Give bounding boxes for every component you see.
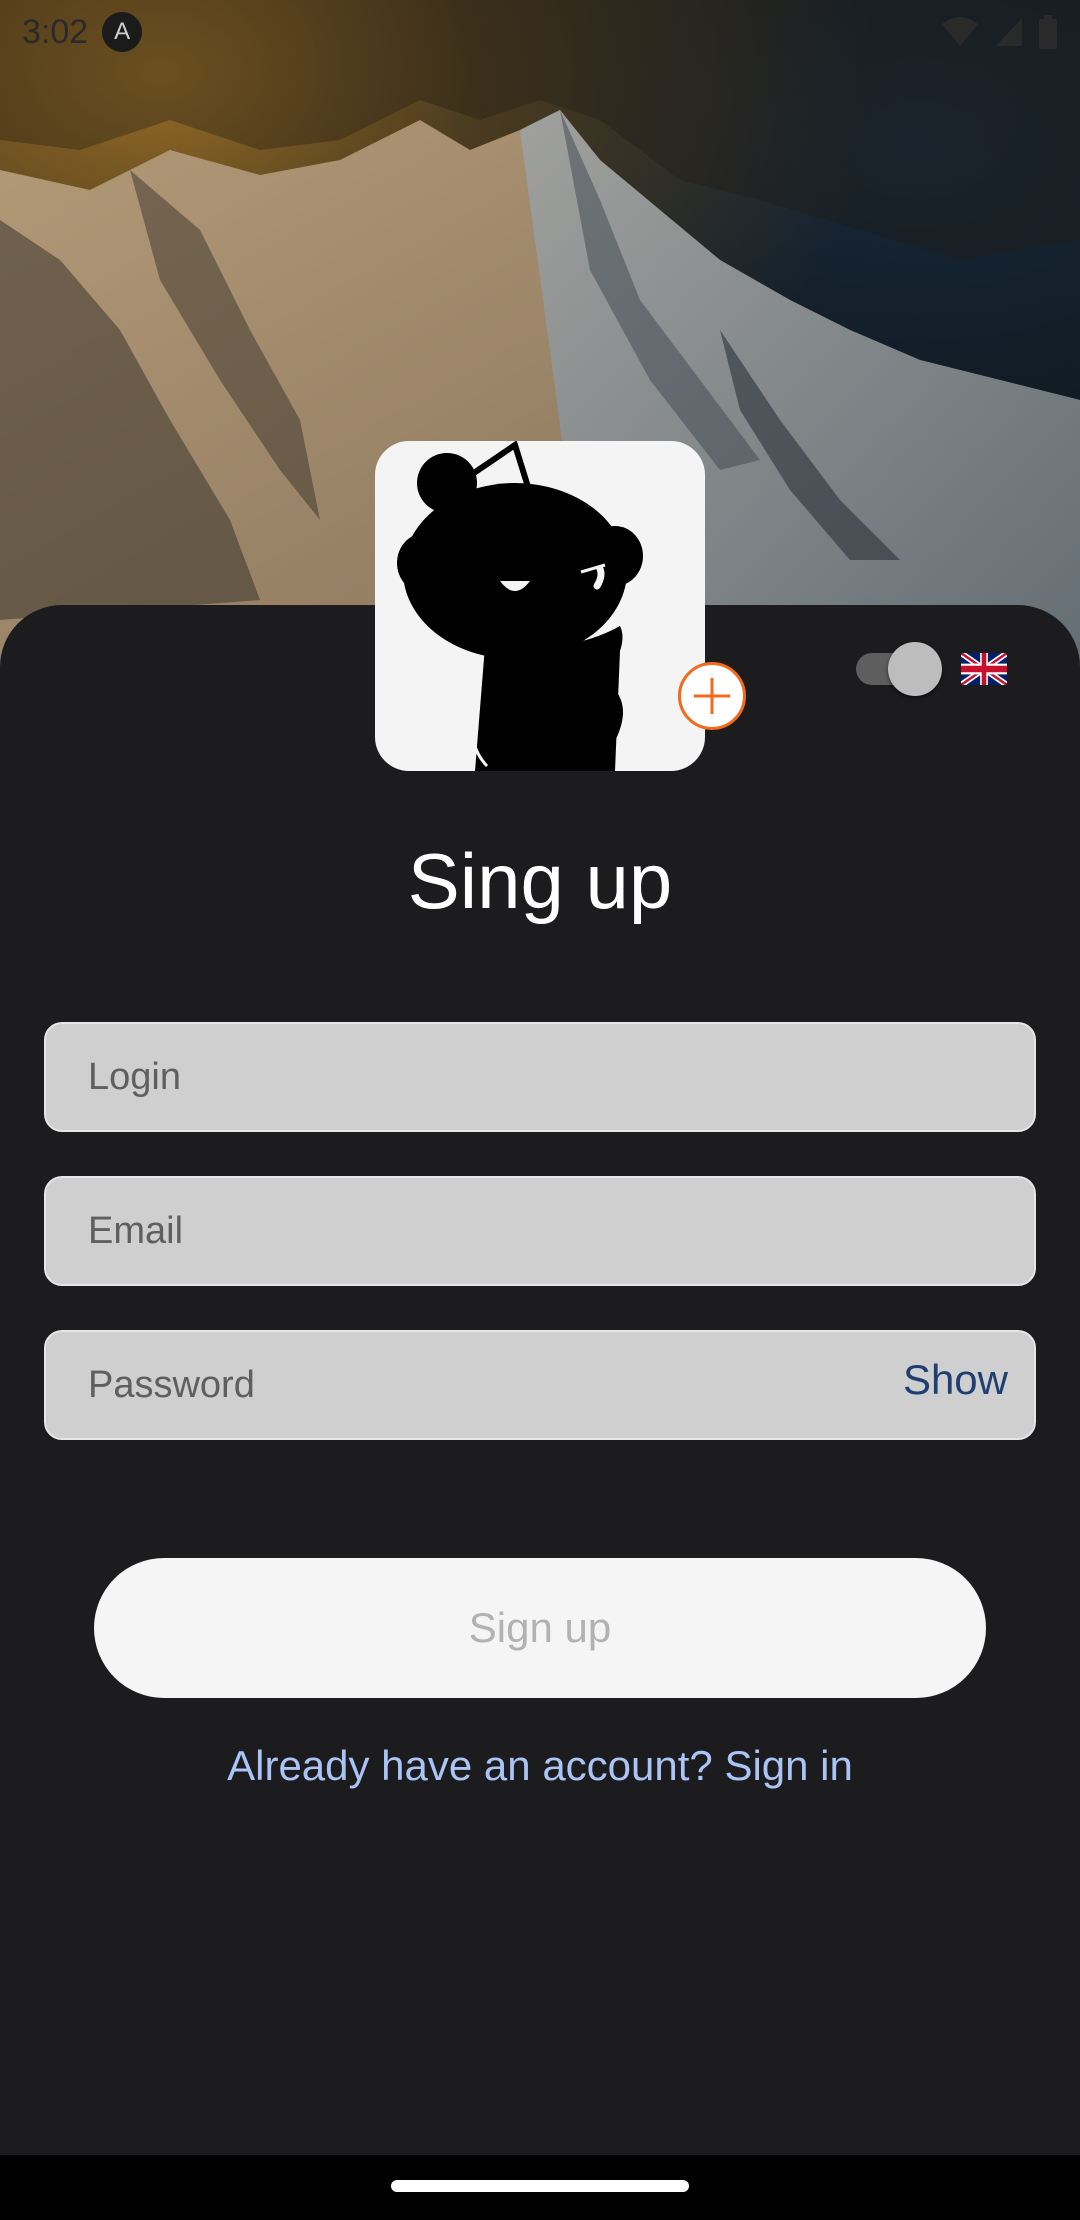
- uk-flag-icon: [961, 653, 1007, 685]
- signin-link[interactable]: Already have an account? Sign in: [0, 1742, 1080, 1790]
- language-switch-button[interactable]: [961, 653, 1007, 685]
- password-input[interactable]: [46, 1332, 1034, 1438]
- toggle-thumb: [888, 642, 942, 696]
- show-password-button[interactable]: Show: [903, 1356, 1008, 1404]
- password-field-container: Show: [44, 1330, 1036, 1440]
- status-left: 3:02 A: [22, 12, 143, 52]
- theme-toggle[interactable]: [856, 642, 942, 696]
- add-photo-icon: [694, 678, 730, 714]
- login-field-container: [44, 1022, 1036, 1132]
- snoo-avatar-icon: [397, 441, 643, 771]
- wifi-icon: [942, 17, 978, 46]
- avatar-picker[interactable]: [375, 441, 705, 771]
- signal-icon: [996, 18, 1022, 46]
- login-input[interactable]: [46, 1024, 1034, 1130]
- app-notification-icon: A: [102, 12, 143, 52]
- email-input[interactable]: [46, 1178, 1034, 1284]
- signup-button[interactable]: Sign up: [94, 1558, 986, 1698]
- page-title: Sing up: [407, 837, 673, 925]
- status-time: 3:02: [22, 12, 89, 51]
- add-photo-button[interactable]: [678, 662, 746, 730]
- home-indicator[interactable]: [391, 2180, 689, 2192]
- status-bar: 3:02 A: [0, 0, 1080, 64]
- battery-icon: [1039, 15, 1057, 49]
- status-right: [940, 15, 1058, 49]
- email-field-container: [44, 1176, 1036, 1286]
